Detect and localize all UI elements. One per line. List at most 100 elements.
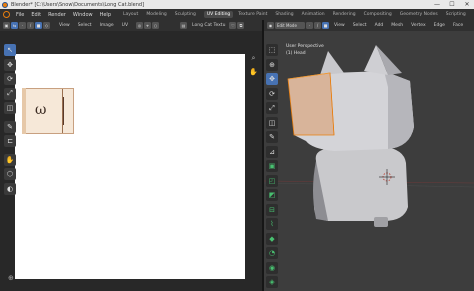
tab-layout[interactable]: Layout [123,12,138,17]
maximize-button[interactable]: ☐ [445,0,459,9]
view3d-editor-type-icon[interactable]: ◉ [267,22,274,29]
pivot-icon[interactable]: ◎ [136,22,144,29]
edge-mode-icon[interactable]: / [314,22,321,29]
vertex-mode-icon[interactable]: · [306,22,313,29]
view3d-menu-mesh[interactable]: Mesh [391,23,403,28]
texture-face-mark: ω [35,102,47,118]
selected-face [287,72,335,136]
image-new-icon[interactable]: ⧉ [237,22,245,29]
tab-modeling[interactable]: Modeling [146,12,166,17]
scale-icon[interactable]: ⤢ [266,102,278,114]
tab-texture-paint[interactable]: Texture Paint [238,12,267,17]
uv-face-edge [22,88,26,134]
cat-body [314,147,408,221]
face-mode-icon[interactable]: ■ [322,22,329,29]
view3d-header: ◉ Edit Mode · / ■ View Select Add Mesh V… [264,20,474,31]
menu-window[interactable]: Window [73,12,93,18]
cursor-icon[interactable]: ⊕ [266,58,278,71]
rip-icon[interactable]: ⊏ [4,135,16,147]
menu-edit[interactable]: Edit [31,12,41,18]
bevel-icon[interactable]: ◩ [266,189,278,201]
tab-animation[interactable]: Animation [302,12,325,17]
sync-selection-icon[interactable]: ⇆ [11,22,18,29]
annotate-icon[interactable]: ✎ [266,131,278,143]
shrink-icon[interactable]: ◈ [266,276,278,288]
menu-render[interactable]: Render [48,12,66,18]
pinch-icon[interactable]: ◐ [4,182,16,195]
blender-logo-icon [2,1,8,8]
tab-scripting[interactable]: Scripting [446,12,466,17]
relax-icon[interactable]: ⬡ [4,168,16,180]
cursor-icon[interactable]: ↖ [4,44,16,56]
spin-icon[interactable]: ◔ [266,247,278,259]
loopcut-icon[interactable]: ⊟ [266,203,278,216]
transform-icon[interactable]: ◫ [266,116,278,129]
uv-grab-corner-icon[interactable]: ⊕ [8,274,18,284]
tab-compositing[interactable]: Compositing [364,12,392,17]
uv-menu-select[interactable]: Select [78,23,92,28]
view3d-menu-edge[interactable]: Edge [434,23,445,28]
annotate-icon[interactable]: ✎ [4,120,16,133]
editor-type-icon[interactable]: ▣ [3,22,10,29]
mode-select[interactable]: Edit Mode [275,22,305,29]
proportional-icon[interactable]: ○ [152,22,160,29]
menu-file[interactable]: File [16,12,24,18]
viewport-object-label: (1) Head [286,51,306,56]
rotate-icon[interactable]: ⟳ [266,87,278,100]
view3d-menu-face[interactable]: Face [453,23,463,28]
smooth-icon[interactable]: ◉ [266,261,278,274]
uv-menu-view[interactable]: View [59,23,70,28]
polybuild-icon[interactable]: ◆ [266,232,278,245]
uv-toolbar: ↖ ✥ ⟳ ⤢ ◫ ✎ ⊏ ✋ ⬡ ◐ [4,44,17,197]
minimize-button[interactable]: — [430,0,444,9]
window-title: Blender* [C:\Users\Snow\Documents\Long C… [11,1,145,8]
uv-nav-gizmos: ⌕ ✋ [249,54,259,80]
grab-icon[interactable]: ✋ [4,153,16,166]
close-button[interactable]: ✕ [460,0,474,9]
view3d-toolbar: ⬚ ⊕ ✥ ⟳ ⤢ ◫ ✎ ⊿ ▣ ◰ ◩ ⊟ ⌇ ◆ ◔ ◉ ◈ ▱ [266,44,278,291]
cat-foot [374,217,388,227]
extrude-icon[interactable]: ▣ [266,160,278,172]
zoom-icon[interactable]: ⌕ [249,54,258,63]
tab-uv-editing[interactable]: UV Editing [203,11,234,18]
tab-rendering[interactable]: Rendering [333,12,356,17]
inset-icon[interactable]: ◰ [266,174,278,187]
blender-menu-icon[interactable] [3,11,10,18]
select-box-icon[interactable]: ⬚ [266,44,278,56]
face-select-icon[interactable]: ■ [35,22,42,29]
knife-icon[interactable]: ⌇ [266,218,278,230]
tab-sculpting[interactable]: Sculpting [175,12,196,17]
tab-shading[interactable]: Shading [275,12,293,17]
menu-help[interactable]: Help [100,12,111,18]
measure-icon[interactable]: ⊿ [266,145,278,158]
pan-hand-icon[interactable]: ✋ [249,67,258,76]
scale-icon[interactable]: ⤢ [4,87,16,100]
uv-editor-header: ▣ ⇆ · / ■ ◇ View Select Image UV ◎ ⌖ ○ ▤… [0,20,262,31]
tab-geometry-nodes[interactable]: Geometry Nodes [400,12,438,17]
top-menubar: File Edit Render Window Help Layout Mode… [0,9,474,20]
move-icon[interactable]: ✥ [266,73,278,85]
uv-edge-line [63,97,64,125]
uv-menu-image[interactable]: Image [100,23,114,28]
view3d-menu-vertex[interactable]: Vertex [411,23,425,28]
image-name-field[interactable]: Long Cat Textu [192,23,225,28]
view3d-menu-select[interactable]: Select [353,23,367,28]
island-select-icon[interactable]: ◇ [43,22,50,29]
vertex-select-icon[interactable]: · [19,22,26,29]
cat-head-side [384,71,414,149]
window-titlebar: Blender* [C:\Users\Snow\Documents\Long C… [0,0,474,9]
edge-select-icon[interactable]: / [27,22,34,29]
view3d-menu-add[interactable]: Add [375,23,384,28]
rotate-icon[interactable]: ⟳ [4,73,16,85]
uv-menu-uv[interactable]: UV [122,23,128,28]
image-browse-icon[interactable]: ▤ [180,22,188,29]
snap-icon[interactable]: ⌖ [144,22,152,29]
move-icon[interactable]: ✥ [4,58,16,71]
transform-icon[interactable]: ◫ [4,102,16,114]
mode-select-label: Edit Mode [277,23,297,28]
texture-face-patch: ω [22,88,74,134]
viewport-scene [264,45,474,227]
cat-ear-left [320,51,344,75]
image-fake-user-icon[interactable]: ♡ [229,22,237,29]
view3d-menu-view[interactable]: View [334,23,345,28]
